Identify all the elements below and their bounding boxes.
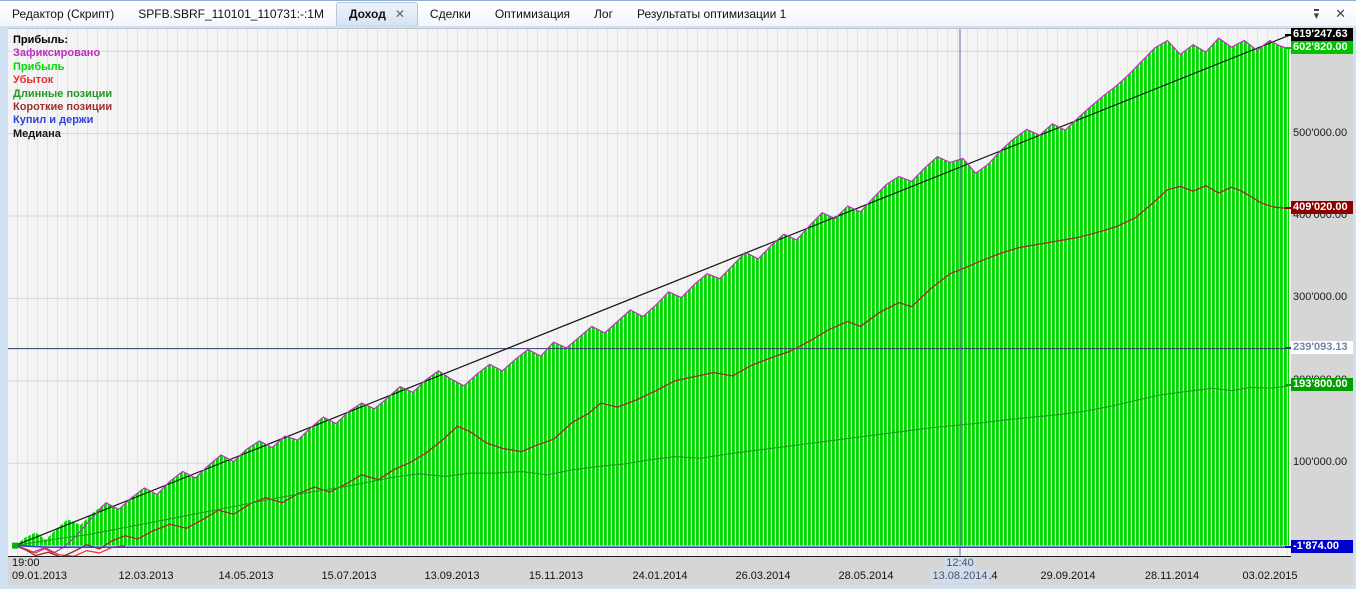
- x-tick-label: 15.07.2013: [321, 570, 377, 582]
- x-tick-label: 26.03.2014: [735, 570, 791, 582]
- x-tick-label: 29.09.2014: [1040, 570, 1096, 582]
- series-line-buy-and-hold: [15, 544, 1289, 549]
- series-start-marker: [12, 542, 19, 549]
- legend-title: Прибыль:: [13, 34, 68, 46]
- tab-label: Лог: [594, 7, 613, 21]
- tab-trades[interactable]: Сделки: [418, 3, 483, 25]
- income-chart-plot[interactable]: Прибыль: Зафиксировано Прибыль Убыток Длинн…: [8, 28, 1291, 558]
- tab-strip: Редактор (Скрипт) SPFB.SBRF_110101_110731…: [0, 1, 798, 26]
- tab-label: Результаты оптимизации 1: [636, 7, 787, 21]
- crosshair-time: 12:40: [944, 557, 976, 570]
- x-tick-label: 28.05.2014: [838, 570, 894, 582]
- tab-bar: Редактор (Скрипт) SPFB.SBRF_110101_110731…: [0, 1, 1356, 26]
- y-tick-label: 500'000.00: [1293, 127, 1348, 139]
- x-tick-label: 03.02.2015: [1242, 570, 1298, 582]
- window-icons: ▾ ✕: [1313, 6, 1346, 22]
- legend-item-median: Медиана: [13, 127, 61, 140]
- x-tick-label: 24.01.2014: [632, 570, 688, 582]
- tab-income[interactable]: Доход ✕: [335, 2, 418, 26]
- y-tick-label: 300'000.00: [1293, 291, 1348, 303]
- x-tick-label: 09.01.2013: [12, 570, 68, 582]
- legend-item-short-positions: Короткие позиции: [13, 101, 113, 114]
- legend-item-fixed: Зафиксировано: [13, 47, 101, 60]
- tab-log[interactable]: Лог: [582, 3, 625, 25]
- x-tick-label: 14.05.2013: [218, 570, 274, 582]
- tab-editor-script[interactable]: Редактор (Скрипт): [0, 3, 126, 25]
- close-tab-icon[interactable]: ✕: [395, 7, 405, 21]
- legend-item-loss: Убыток: [13, 74, 54, 87]
- crosshair-date: 13.08.2014: [930, 570, 990, 583]
- tab-label: Сделки: [429, 7, 471, 21]
- y-tick-label: 100'000.00: [1293, 456, 1348, 468]
- close-window-icon[interactable]: ✕: [1335, 6, 1346, 22]
- x-tick-label: 15.11.2013: [528, 570, 584, 582]
- current-value-label: 193'800.00: [1285, 378, 1353, 391]
- crosshair-time-label: 12:40 13.08.2014: [930, 557, 990, 583]
- x-tick-label: 28.11.2014: [1144, 570, 1200, 582]
- tab-label: Оптимизация: [494, 7, 571, 21]
- tab-label: Доход: [348, 7, 386, 21]
- current-value-label: 409'020.00: [1285, 201, 1353, 214]
- tab-instrument[interactable]: SPFB.SBRF_110101_110731:-:1M: [126, 3, 336, 25]
- tab-label: Редактор (Скрипт): [12, 7, 115, 21]
- current-value-label: 239'093.13: [1285, 341, 1353, 354]
- first-tick-time: 19:00: [12, 557, 40, 569]
- current-value-label: 602'820.00: [1285, 41, 1353, 54]
- tab-optimization[interactable]: Оптимизация: [483, 3, 582, 25]
- chart-legend: Прибыль: Зафиксировано Прибыль Убыток Длинн…: [13, 34, 112, 141]
- current-value-label: 619'247.63: [1285, 28, 1353, 41]
- legend-item-long-positions: Длинные позиции: [13, 87, 113, 100]
- legend-item-buy-and-hold: Купил и держи: [13, 114, 94, 127]
- current-value-label: -1'874.00: [1285, 540, 1353, 553]
- equity-chart: [8, 29, 1291, 556]
- x-tick-label: 13.09.2013: [424, 570, 480, 582]
- tab-optimization-results-1[interactable]: Результаты оптимизации 1: [625, 3, 798, 25]
- time-axis: 19:00 12:40 13.08.2014 09.01.2013 12.03.2…: [8, 557, 1353, 585]
- value-axis: 500'000.00400'000.00300'000.00200'000.00…: [1285, 28, 1353, 557]
- legend-item-profit: Прибыль: [13, 60, 65, 73]
- tab-label: SPFB.SBRF_110101_110731:-:1M: [138, 7, 324, 21]
- dock-menu-icon[interactable]: ▾: [1313, 8, 1320, 21]
- x-tick-label: 12.03.2013: [118, 570, 174, 582]
